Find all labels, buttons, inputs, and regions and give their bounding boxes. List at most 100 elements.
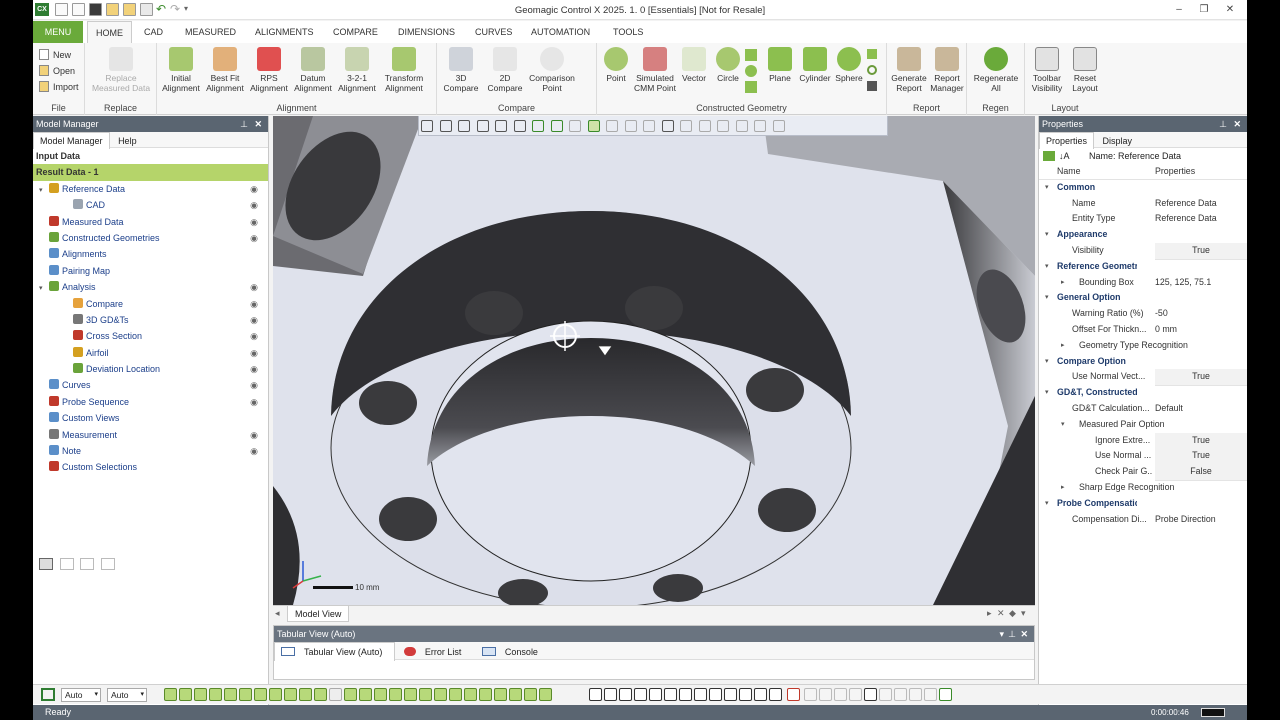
visibility-eye-icon[interactable]: ◉ — [250, 279, 258, 295]
property-row[interactable]: ▸ Bounding Box 125, 125, 75.1 — [1039, 275, 1247, 291]
snap-edge-icon[interactable] — [754, 688, 767, 701]
property-value[interactable]: False — [1155, 464, 1247, 481]
restore-icon[interactable]: ❐ — [1193, 3, 1215, 17]
view-dropdown-icon[interactable]: ▾ — [1021, 608, 1026, 619]
new-button[interactable]: New — [37, 47, 79, 63]
expand-arrow-icon[interactable]: ▸ — [1061, 480, 1065, 496]
property-section[interactable]: ▾ Probe Compensation — [1039, 496, 1247, 512]
property-row[interactable]: GD&T Calculation... Default — [1039, 401, 1247, 417]
vector-button[interactable]: Vector — [677, 47, 711, 84]
tab-console[interactable]: Console — [476, 643, 550, 661]
property-row[interactable]: Check Pair G... False — [1039, 464, 1247, 481]
visibility-eye-icon[interactable]: ◉ — [250, 197, 258, 213]
tree-item[interactable]: Compare ◉ — [33, 296, 268, 312]
coordinate-icon[interactable] — [867, 81, 877, 91]
properties-pin-icon[interactable]: ⊥ — [1219, 116, 1227, 132]
property-row[interactable]: Offset For Thickn... 0 mm — [1039, 322, 1247, 338]
visible-select-icon[interactable] — [717, 120, 730, 132]
simulated-cmm-point-button[interactable]: Simulated CMM Point — [633, 47, 677, 93]
rect-select-icon[interactable] — [587, 120, 600, 132]
initial-alignment-button[interactable]: Initial Alignment — [159, 47, 203, 93]
ellipse-icon[interactable] — [745, 65, 757, 77]
visibility-eye-icon[interactable]: ◉ — [250, 214, 258, 230]
property-section[interactable]: ▾ Reference Geometry — [1039, 259, 1247, 275]
visibility-eye-icon[interactable]: ◉ — [250, 328, 258, 344]
tab-tools[interactable]: TOOLS — [605, 21, 651, 43]
tab-model-view[interactable]: Model View — [287, 606, 350, 622]
tabular-dropdown-icon[interactable]: ▾ — [999, 626, 1004, 642]
render-mode-icon[interactable] — [772, 120, 785, 132]
expand-arrow-icon[interactable]: ▾ — [1045, 354, 1049, 370]
replace-measured-data-button[interactable]: Replace Measured Data — [89, 47, 153, 93]
expand-arrow-icon[interactable]: ▾ — [1061, 417, 1065, 433]
select-through-icon[interactable] — [698, 120, 711, 132]
datum-alignment-button[interactable]: Datum Alignment — [291, 47, 335, 93]
polygon-select-icon[interactable] — [624, 120, 637, 132]
tab-home[interactable]: HOME — [87, 21, 132, 43]
view-top-icon[interactable] — [476, 120, 489, 132]
snap-circle-icon[interactable] — [604, 688, 617, 701]
expand-arrow-icon[interactable]: ▾ — [1045, 290, 1049, 306]
close-panel-icon[interactable]: ✕ — [254, 116, 262, 132]
tab-dimensions[interactable]: DIMENSIONS — [390, 21, 463, 43]
snap-triangle-icon[interactable] — [679, 688, 692, 701]
filter-gdt-icon[interactable] — [434, 688, 447, 701]
close-icon[interactable]: ✕ — [1219, 3, 1241, 17]
property-row[interactable]: ▸ Geometry Type Recognition — [1039, 338, 1247, 354]
disabled-tool-7-icon[interactable] — [909, 688, 923, 701]
regenerate-all-button[interactable]: Regenerate All — [969, 47, 1023, 93]
best-fit-alignment-button[interactable]: Best Fit Alignment — [203, 47, 247, 93]
result-data-item[interactable]: Result Data - 1 — [33, 164, 268, 181]
visibility-eye-icon[interactable]: ◉ — [250, 443, 258, 459]
tree-item[interactable]: Measured Data ◉ — [33, 214, 268, 230]
tab-curves[interactable]: CURVES — [467, 21, 520, 43]
disabled-tool-1-icon[interactable] — [804, 688, 818, 701]
hide-icon[interactable] — [735, 120, 748, 132]
rps-alignment-button[interactable]: RPS Alignment — [247, 47, 291, 93]
snap-grid-icon[interactable] — [724, 688, 737, 701]
property-section[interactable]: ▾ GD&T, Constructed Geom Option — [1039, 385, 1247, 401]
snap-frame-icon[interactable] — [634, 688, 647, 701]
tree-item[interactable]: Curves ◉ — [33, 377, 268, 393]
tree-item[interactable]: Deviation Location ◉ — [33, 361, 268, 377]
property-row[interactable]: Name Reference Data — [1039, 196, 1247, 212]
brush-select-icon[interactable] — [661, 120, 674, 132]
disabled-tool-4-icon[interactable] — [849, 688, 863, 701]
close-view-icon[interactable]: ✕ — [997, 608, 1005, 619]
property-section[interactable]: ▾ General Option — [1039, 290, 1247, 306]
group-icon[interactable] — [80, 558, 95, 570]
snap-outer-icon[interactable] — [664, 688, 677, 701]
tab-menu[interactable]: MENU — [33, 21, 83, 43]
snap-box-icon[interactable] — [589, 688, 602, 701]
property-row[interactable]: Use Normal Vect... True — [1039, 369, 1247, 387]
tab-display[interactable]: Display — [1097, 133, 1139, 149]
filter-cylinder-icon[interactable] — [224, 688, 237, 701]
categorized-icon[interactable] — [1043, 151, 1055, 161]
snap-center-icon[interactable] — [739, 688, 752, 701]
view-split-icon[interactable] — [513, 120, 526, 132]
tab-alignments[interactable]: ALIGNMENTS — [247, 21, 322, 43]
tree-item[interactable]: 3D GD&Ts ◉ — [33, 312, 268, 328]
visibility-eye-icon[interactable]: ◉ — [250, 345, 258, 361]
tab-help[interactable]: Help — [112, 133, 143, 149]
expand-arrow-icon[interactable]: ▸ — [1061, 275, 1065, 291]
property-section[interactable]: ▾ Appearance — [1039, 227, 1247, 243]
property-row[interactable]: ▾ Measured Pair Option — [1039, 417, 1247, 433]
property-value[interactable]: True — [1155, 242, 1247, 260]
tree-item[interactable]: Note ◉ — [33, 443, 268, 459]
disabled-tool-2-icon[interactable] — [819, 688, 833, 701]
321-alignment-button[interactable]: 3-2-1 Alignment — [335, 47, 379, 93]
select-all-icon[interactable] — [41, 688, 55, 701]
visibility-eye-icon[interactable]: ◉ — [250, 181, 258, 197]
tree-item[interactable]: Alignments — [33, 246, 268, 262]
pin-icon[interactable]: ⊥ — [240, 116, 248, 132]
visibility-eye-icon[interactable]: ◉ — [250, 377, 258, 393]
filter-cone-icon[interactable] — [254, 688, 267, 701]
add-tool-icon[interactable] — [939, 688, 953, 701]
visibility-eye-icon[interactable]: ◉ — [250, 230, 258, 246]
filter-plane-icon[interactable] — [194, 688, 207, 701]
line-icon[interactable] — [745, 49, 757, 61]
filter-deviation-icon[interactable] — [494, 688, 507, 701]
tab-compare[interactable]: COMPARE — [325, 21, 386, 43]
property-row[interactable]: Use Normal ... True — [1039, 448, 1247, 466]
